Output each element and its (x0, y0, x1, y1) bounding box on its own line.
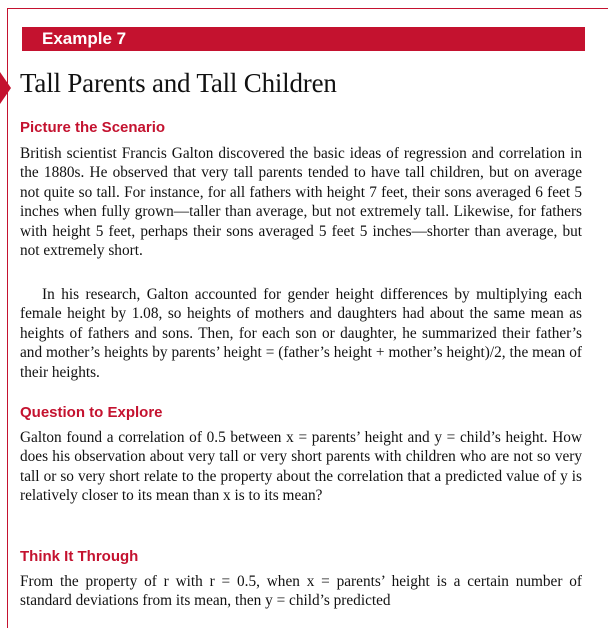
margin-marker-arrow (0, 72, 11, 104)
example-banner: Example 7 (22, 27, 585, 51)
scenario-heading: Picture the Scenario (20, 119, 166, 136)
think-paragraph: From the property of r with r = 0.5, whe… (20, 573, 582, 610)
question-paragraph: Galton found a correlation of 0.5 betwee… (20, 429, 582, 505)
think-heading: Think It Through (20, 548, 139, 565)
scenario-paragraph-1: British scientist Francis Galton discove… (20, 145, 582, 260)
example-title: Tall Parents and Tall Children (20, 68, 337, 98)
scenario-paragraph-2: In his research, Galton accounted for ge… (20, 286, 582, 381)
question-heading: Question to Explore (20, 404, 163, 421)
